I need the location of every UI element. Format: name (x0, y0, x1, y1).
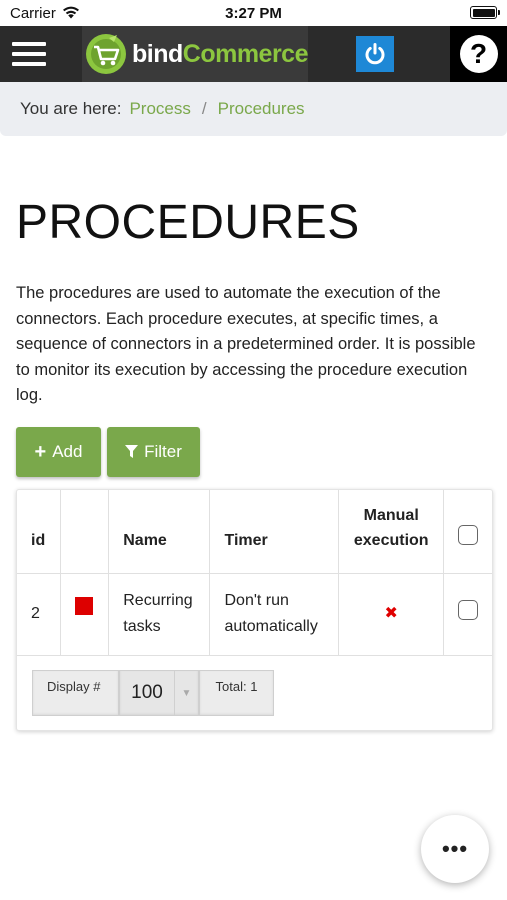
hamburger-icon-line (12, 62, 46, 66)
more-options-button[interactable]: ••• (421, 815, 489, 883)
chevron-down-icon: ▼ (174, 671, 198, 715)
column-header-id[interactable]: id (17, 490, 62, 574)
cell-id: 2 (17, 573, 62, 656)
filter-icon (125, 445, 139, 458)
page-size-select[interactable]: 100 ▼ (119, 670, 199, 716)
battery-icon (470, 6, 500, 19)
hamburger-icon-line (12, 42, 46, 46)
table-header-row: id Name Timer Manual execution (17, 490, 492, 574)
logout-button[interactable] (356, 36, 394, 72)
cell-select (443, 573, 492, 656)
procedures-table: id Name Timer Manual execution 2 Recurri… (17, 490, 492, 656)
breadcrumb-link-process[interactable]: Process (129, 99, 190, 119)
breadcrumb-separator: / (201, 99, 207, 118)
cart-logo-icon (86, 34, 126, 74)
pagination-bar: Display # 100 ▼ Total: 1 (32, 670, 274, 716)
column-header-name[interactable]: Name (108, 490, 211, 574)
app-header: bindCommerce ? (0, 26, 507, 82)
column-header-manual-execution[interactable]: Manual execution (338, 490, 444, 574)
filter-button-label: Filter (144, 442, 182, 461)
filter-button[interactable]: Filter (107, 427, 200, 477)
column-header-select-all (443, 490, 492, 574)
page-size-value: 100 (131, 682, 163, 703)
cell-color (60, 573, 110, 656)
plus-icon: + (34, 440, 47, 463)
power-icon (365, 43, 385, 65)
breadcrumb: You are here: Process / Procedures (0, 82, 507, 136)
help-icon: ? (459, 35, 498, 73)
page-description: The procedures are used to automate the … (16, 284, 476, 404)
total-count-label: Total: 1 (199, 670, 274, 716)
page-title: PROCEDURES (16, 196, 360, 249)
menu-button[interactable] (0, 26, 58, 82)
add-button[interactable]: + Add (16, 427, 101, 477)
help-button[interactable]: ? (450, 26, 507, 82)
app-logo[interactable]: bindCommerce (82, 26, 309, 82)
status-bar: Carrier 3:27 PM (0, 0, 507, 26)
row-checkbox[interactable] (457, 599, 478, 620)
ellipsis-icon: ••• (441, 836, 469, 861)
cell-name[interactable]: Recurring tasks (108, 573, 211, 656)
procedures-table-card: id Name Timer Manual execution 2 Recurri… (16, 489, 493, 731)
column-header-timer[interactable]: Timer (209, 490, 340, 574)
display-count-label: Display # (32, 670, 119, 716)
breadcrumb-link-procedures[interactable]: Procedures (218, 99, 305, 119)
column-header-color (60, 490, 110, 574)
color-swatch (75, 596, 94, 615)
breadcrumb-label: You are here: (20, 99, 122, 118)
cell-manual-execution: ✖ (338, 573, 444, 656)
hamburger-icon-line (12, 52, 46, 56)
status-time: 3:27 PM (225, 5, 282, 22)
add-button-label: Add (52, 442, 83, 461)
logo-text: bindCommerce (132, 39, 309, 68)
cell-timer: Don't run automatically (209, 573, 340, 656)
table-row[interactable]: 2 Recurring tasks Don't run automaticall… (17, 573, 492, 656)
x-mark-icon: ✖ (384, 605, 398, 622)
select-all-checkbox[interactable] (457, 524, 478, 545)
